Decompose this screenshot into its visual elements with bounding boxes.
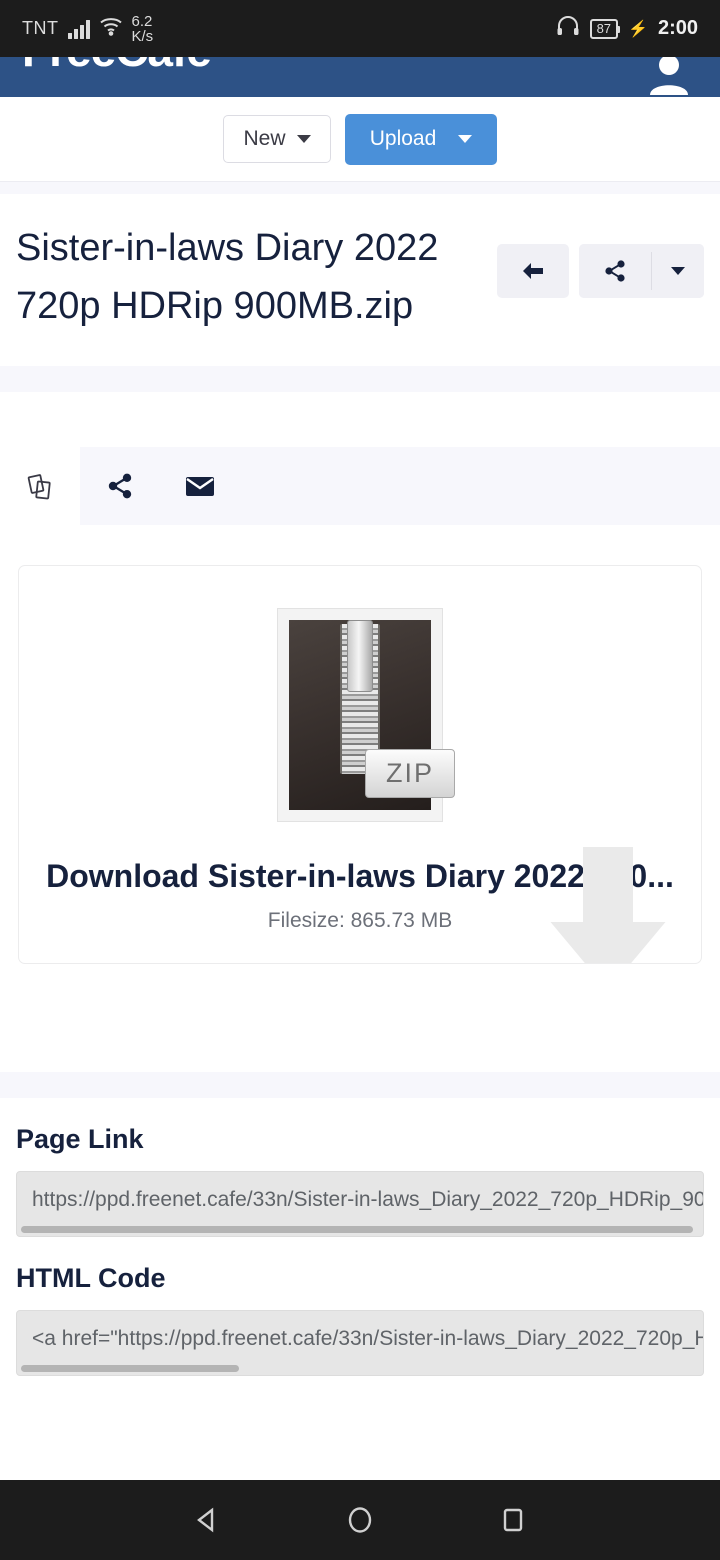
nav-home-circle-icon [348,1507,372,1533]
clock-label: 2:00 [657,17,698,39]
html-code-input[interactable]: <a href="https://ppd.freenet.cafe/33n/Si… [16,1309,704,1376]
signal-bars-icon [67,19,90,39]
download-card-area: ZIP Download Sister-in-laws Diary 2022 7… [0,524,720,964]
spacer-band-3 [0,1071,720,1098]
android-nav-bar [0,1480,720,1560]
caret-down-icon [296,135,311,143]
site-header-bar: FreeCafe [0,57,720,97]
zip-file-icon: ZIP [277,607,455,822]
page-link-value: https://ppd.freenet.cafe/33n/Sister-in-l… [32,1187,703,1211]
sidebar-item-email[interactable] [160,447,240,525]
html-code-scrollbar[interactable] [21,1364,239,1372]
upload-button[interactable]: Upload [345,113,497,165]
new-button-label: New [243,127,286,150]
page-title: Sister-in-laws Diary 2022 720p HDRip 900… [16,227,439,327]
arrow-left-icon [523,263,543,279]
share-button[interactable] [579,244,651,298]
status-left-group: TNT 6.2 K/s [22,14,153,44]
status-right-group: 87 ⚡ 2:00 [556,15,698,42]
spacer-white-2 [0,963,720,1072]
action-toolbar: New Upload [0,97,720,182]
nav-home-button[interactable] [343,1503,377,1537]
caret-down-icon [671,267,685,275]
spacer-white-1 [0,391,720,447]
battery-indicator: 87 [589,18,621,39]
filesize-label: Filesize: 865.73 MB [267,908,453,932]
back-button[interactable] [497,244,569,298]
page-link-scrollbar[interactable] [21,1225,693,1233]
zip-format-badge: ZIP [364,748,455,798]
html-code-value: <a href="https://ppd.freenet.cafe/33n/Si… [32,1326,703,1350]
headphone-icon [556,15,580,42]
share-split-button-group [579,244,704,298]
page-link-input[interactable]: https://ppd.freenet.cafe/33n/Sister-in-l… [16,1170,704,1237]
wifi-icon [99,16,123,41]
tab-bar [0,446,720,525]
file-title-section: Sister-in-laws Diary 2022 720p HDRip 900… [0,194,720,366]
spacer-band-1 [0,182,720,194]
spacer-band-2 [0,365,720,392]
sidebar-item-share[interactable] [80,447,160,525]
title-action-buttons [497,220,704,298]
nav-recents-button[interactable] [496,1503,530,1537]
nav-back-triangle-icon [196,1507,213,1533]
carrier-label: TNT [22,18,59,38]
nav-back-button[interactable] [190,1503,224,1537]
bolt-icon: ⚡ [628,20,648,38]
share-icon [108,473,132,498]
data-speed-indicator: 6.2 K/s [132,14,154,44]
upload-button-label: Upload [369,127,437,150]
page-link-label: Page Link [16,1123,144,1154]
nav-recents-square-icon [504,1508,523,1532]
share-icon [605,260,625,282]
envelope-icon [186,476,214,496]
user-avatar-icon[interactable] [646,57,692,95]
link-fields-section: Page Link https://ppd.freenet.cafe/33n/S… [0,1097,720,1398]
caret-down-icon [458,135,473,143]
share-dropdown-button[interactable] [652,244,704,298]
zip-icon-body: ZIP [289,619,455,810]
download-card[interactable]: ZIP Download Sister-in-laws Diary 2022 7… [18,564,702,964]
android-status-bar: TNT 6.2 K/s 87 ⚡ 2:00 [0,0,720,57]
data-speed-value: 6.2 [131,12,153,30]
copy-pages-icon [27,473,51,499]
arrow-down-icon [550,846,666,963]
new-button[interactable]: New [223,115,331,163]
data-speed-unit: K/s [131,27,154,45]
zip-pull-tab [347,619,373,692]
html-code-label: HTML Code [16,1262,166,1293]
sidebar-item-copy[interactable] [0,446,80,525]
site-logo[interactable]: FreeCafe [22,57,212,77]
